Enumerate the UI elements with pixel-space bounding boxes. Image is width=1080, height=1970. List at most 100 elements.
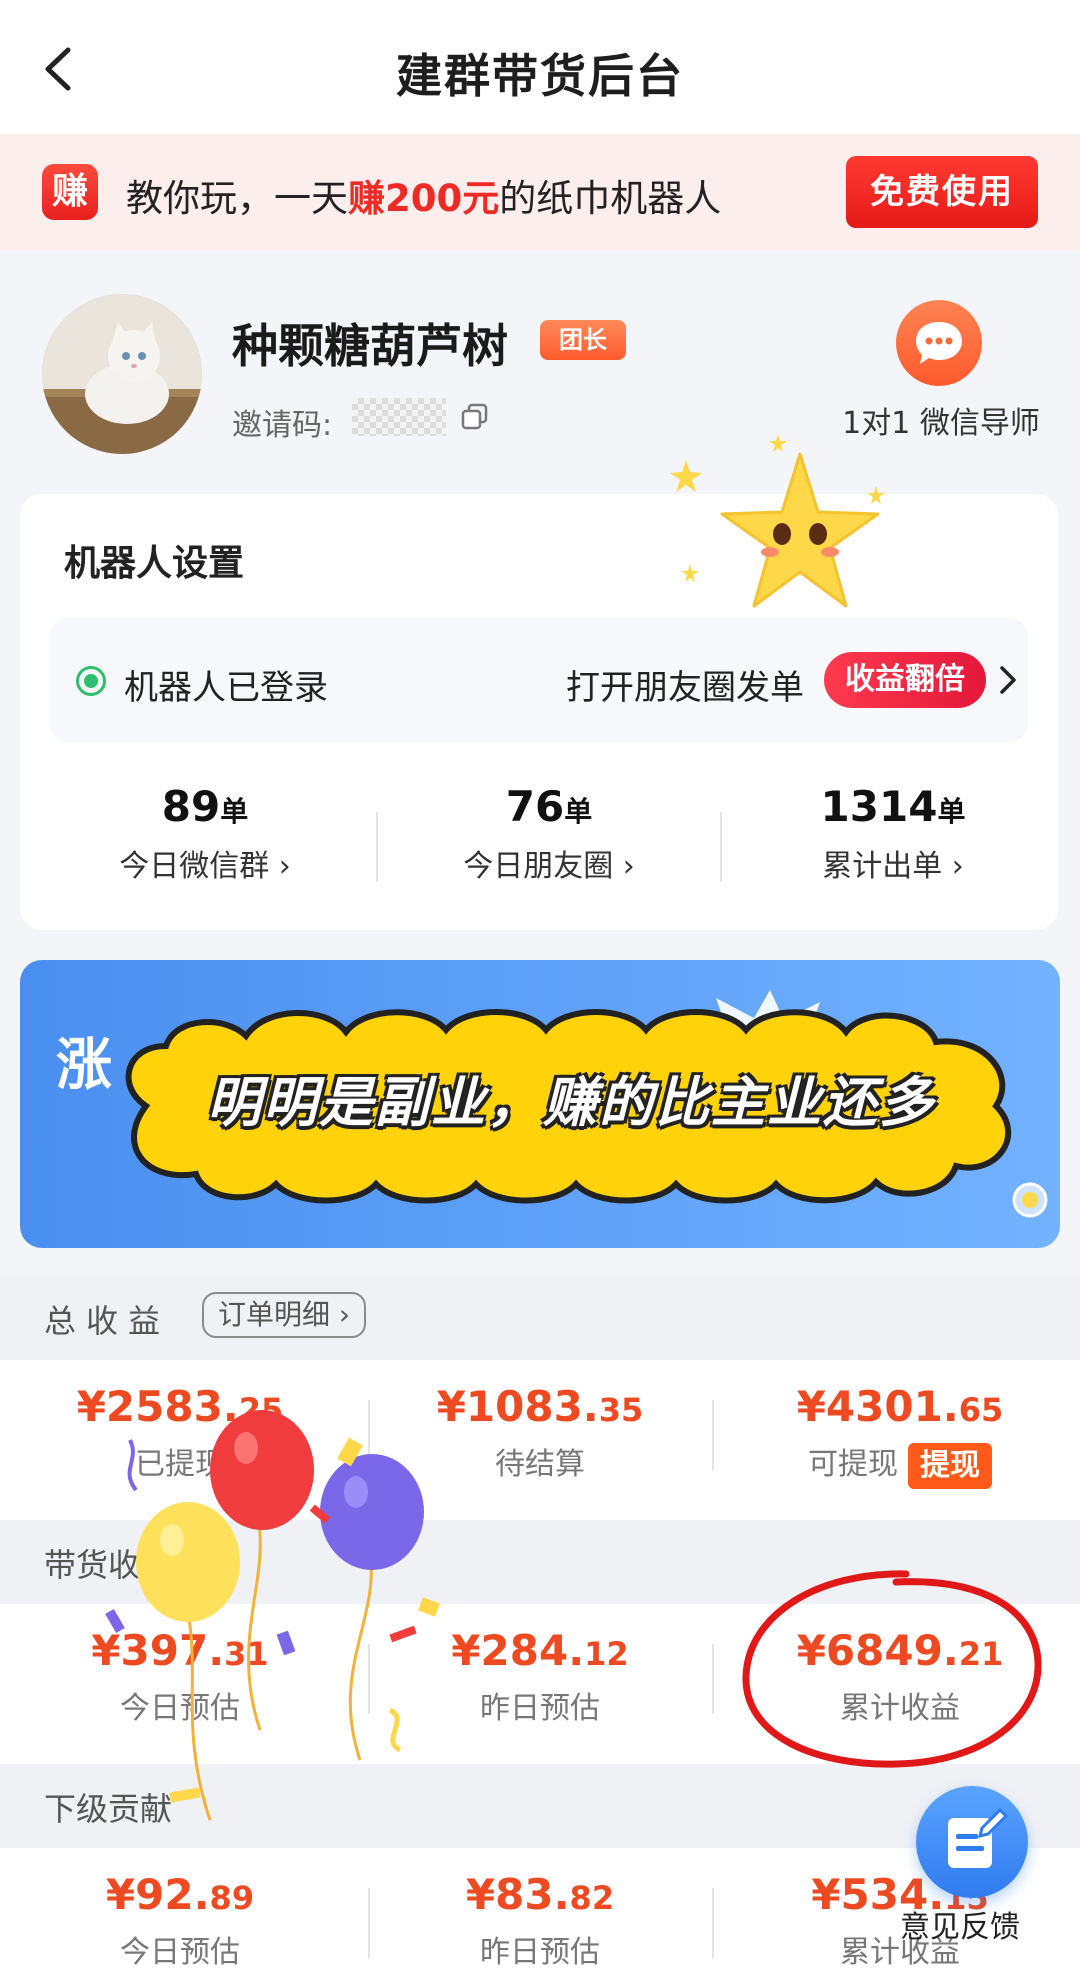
total-earnings-title: 总收益 xyxy=(44,1302,171,1340)
amount-main: ¥83. xyxy=(465,1870,570,1919)
divider xyxy=(712,1400,714,1470)
amount-cents: 31 xyxy=(224,1635,269,1673)
amount-label: 今日预估 xyxy=(120,1935,240,1970)
robot-status-row[interactable]: 机器人已登录 打开朋友圈发单 收益翻倍 xyxy=(50,618,1028,742)
stat-number: 89 xyxy=(161,782,221,831)
username: 种颗糖葫芦树 xyxy=(232,319,508,373)
withdrawn-cell[interactable]: ¥2583.25 已提现 xyxy=(0,1382,360,1483)
order-stats: 89单 今日微信群 › 76单 今日朋友圈 › 1314单 累计出单 › xyxy=(20,782,1058,902)
amount-label-row: 可提现 提现 xyxy=(720,1439,1080,1489)
chevron-right-icon[interactable] xyxy=(996,664,1020,696)
amount: ¥4301.65 xyxy=(720,1382,1080,1431)
page-title: 建群带货后台 xyxy=(396,49,684,103)
stat-unit: 单 xyxy=(220,795,249,828)
stat-value: 89单 xyxy=(32,782,378,831)
stat-value: 1314单 xyxy=(720,782,1066,831)
star-mascot-icon xyxy=(670,434,885,608)
withdrawable-cell[interactable]: ¥4301.65 可提现 提现 xyxy=(720,1382,1080,1489)
free-use-button[interactable]: 免费使用 xyxy=(846,156,1038,228)
feedback-label[interactable]: 意见反馈 xyxy=(900,1902,1020,1946)
promo-text-before: 教你玩，一天 xyxy=(126,177,348,220)
withdraw-button[interactable]: 提现 xyxy=(908,1442,992,1489)
stat-wechat-group[interactable]: 89单 今日微信群 › xyxy=(32,782,378,885)
chevron-right-icon: › xyxy=(338,1298,351,1331)
stat-number: 1314 xyxy=(820,782,938,831)
copy-icon[interactable] xyxy=(460,402,490,432)
online-status-icon xyxy=(76,666,106,696)
robot-status-text: 机器人已登录 xyxy=(124,668,328,708)
total-earnings-row: ¥2583.25 已提现 ¥1083.35 待结算 ¥4301.65 可提现 提现 xyxy=(0,1360,1080,1520)
promo-banner[interactable]: 赚 教你玩，一天赚200元的纸巾机器人 免费使用 xyxy=(0,134,1080,250)
amount: ¥1083.35 xyxy=(360,1382,720,1431)
stat-unit: 单 xyxy=(564,795,593,828)
earn-badge-icon: 赚 xyxy=(42,164,98,220)
amount-main: ¥284. xyxy=(451,1626,585,1675)
chat-bubble-icon xyxy=(916,322,962,364)
sub-contribution-title: 下级贡献 xyxy=(44,1790,173,1828)
invite-code-masked xyxy=(352,398,446,436)
red-circle-annotation xyxy=(742,1570,1042,1768)
promo-slogan-banner[interactable]: 涨 明明是副业，赚的比主业还多 xyxy=(20,960,1060,1248)
wechat-mentor-button[interactable] xyxy=(896,300,982,386)
amount-label: 昨日预估 xyxy=(480,1691,600,1726)
amount-main: ¥92. xyxy=(105,1870,210,1919)
robot-settings-card: 机器人设置 机器人已登录 打开朋友圈发单 收益翻倍 89单 今日微信群 › 76… xyxy=(20,434,1058,930)
amount-cents: 12 xyxy=(584,1635,629,1673)
promo-text: 教你玩，一天赚200元的纸巾机器人 xyxy=(126,168,721,222)
avatar[interactable] xyxy=(42,294,202,454)
amount-main: ¥2583. xyxy=(76,1382,239,1431)
stat-total-orders[interactable]: 1314单 累计出单 › xyxy=(720,782,1066,885)
amount: ¥92.89 xyxy=(0,1870,360,1919)
stat-moments[interactable]: 76单 今日朋友圈 › xyxy=(376,782,722,885)
stat-label: 今日微信群 › xyxy=(32,841,378,885)
amount: ¥83.82 xyxy=(360,1870,720,1919)
banner-slogan: 明明是副业，赚的比主业还多 xyxy=(207,1071,935,1134)
amount-main: ¥1083. xyxy=(436,1382,599,1431)
stat-label: 今日朋友圈 › xyxy=(376,841,722,885)
amount-label: 可提现 xyxy=(808,1447,898,1482)
amount-label: 已提现 xyxy=(135,1447,225,1482)
pending-cell[interactable]: ¥1083.35 待结算 xyxy=(360,1382,720,1483)
order-detail-label: 订单明细 xyxy=(218,1298,331,1331)
amount-main: ¥4301. xyxy=(796,1382,959,1431)
amount: ¥284.12 xyxy=(360,1626,720,1675)
slogan-cloud: 明明是副业，赚的比主业还多 xyxy=(106,1006,1036,1206)
sales-yesterday-cell[interactable]: ¥284.12 昨日预估 xyxy=(360,1626,720,1727)
chevron-right-icon: › xyxy=(951,849,964,884)
stat-unit: 单 xyxy=(937,795,966,828)
amount-label: 昨日预估 xyxy=(480,1935,600,1970)
order-detail-button[interactable]: 订单明细 › xyxy=(202,1292,367,1338)
total-earnings-header: 总收益 订单明细 › xyxy=(0,1276,1080,1360)
stat-value: 76单 xyxy=(376,782,722,831)
feedback-button[interactable] xyxy=(916,1786,1028,1898)
promo-text-after: 的纸巾机器人 xyxy=(499,177,722,220)
banner-partial-text: 涨 xyxy=(56,1033,112,1098)
leader-tag: 团长 xyxy=(540,320,626,360)
stat-label-text: 累计出单 xyxy=(822,849,943,884)
amount-cents: 65 xyxy=(958,1391,1004,1429)
edit-note-icon xyxy=(948,1807,1009,1868)
double-earnings-badge[interactable]: 收益翻倍 xyxy=(824,652,986,708)
stat-label-text: 今日朋友圈 xyxy=(463,849,614,884)
divider xyxy=(712,1888,714,1958)
amount-cents: 82 xyxy=(569,1879,615,1917)
amount: ¥2583.25 xyxy=(0,1382,360,1431)
sub-today-cell[interactable]: ¥92.89 今日预估 xyxy=(0,1870,360,1970)
sales-earnings-title: 带货收益 xyxy=(44,1546,173,1584)
coin-icon xyxy=(1012,1182,1048,1218)
sub-yesterday-cell[interactable]: ¥83.82 昨日预估 xyxy=(360,1870,720,1970)
chevron-right-icon: › xyxy=(622,849,635,884)
invite-code-label: 邀请码: xyxy=(232,408,333,443)
amount-cents: 89 xyxy=(209,1879,255,1917)
robot-settings-title: 机器人设置 xyxy=(64,543,245,584)
sales-today-cell[interactable]: ¥397.31 今日预估 xyxy=(0,1626,360,1727)
amount-main: ¥397. xyxy=(91,1626,225,1675)
stat-label: 累计出单 › xyxy=(720,841,1066,885)
top-bar: 建群带货后台 xyxy=(0,0,1080,134)
open-moments-link[interactable]: 打开朋友圈发单 xyxy=(566,660,804,709)
amount: ¥397.31 xyxy=(0,1626,360,1675)
amount-cents: 35 xyxy=(598,1391,644,1429)
chevron-right-icon: › xyxy=(278,849,291,884)
amount-label: 今日预估 xyxy=(120,1691,240,1726)
amount-cents: 25 xyxy=(238,1391,284,1429)
